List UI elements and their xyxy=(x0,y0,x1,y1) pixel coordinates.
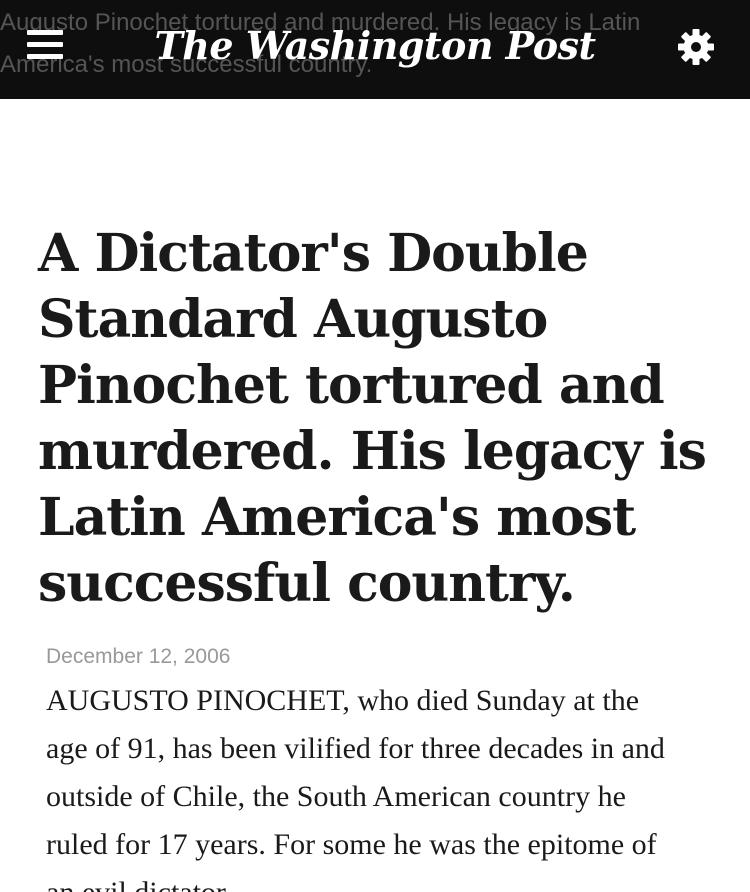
article-body: AUGUSTO PINOCHET, who died Sunday at the… xyxy=(46,684,665,892)
washington-post-logo[interactable]: The Washington Post xyxy=(0,20,750,72)
article-headline: A Dictator's Double Standard Augusto Pin… xyxy=(38,223,707,614)
top-navigation-bar: Augusto Pinochet tortured and murdered. … xyxy=(0,0,750,99)
article-content: A Dictator's Double Standard Augusto Pin… xyxy=(0,221,750,892)
article-date: December 12, 2006 xyxy=(46,645,231,668)
settings-button[interactable] xyxy=(676,27,716,67)
gear-icon xyxy=(678,29,714,65)
